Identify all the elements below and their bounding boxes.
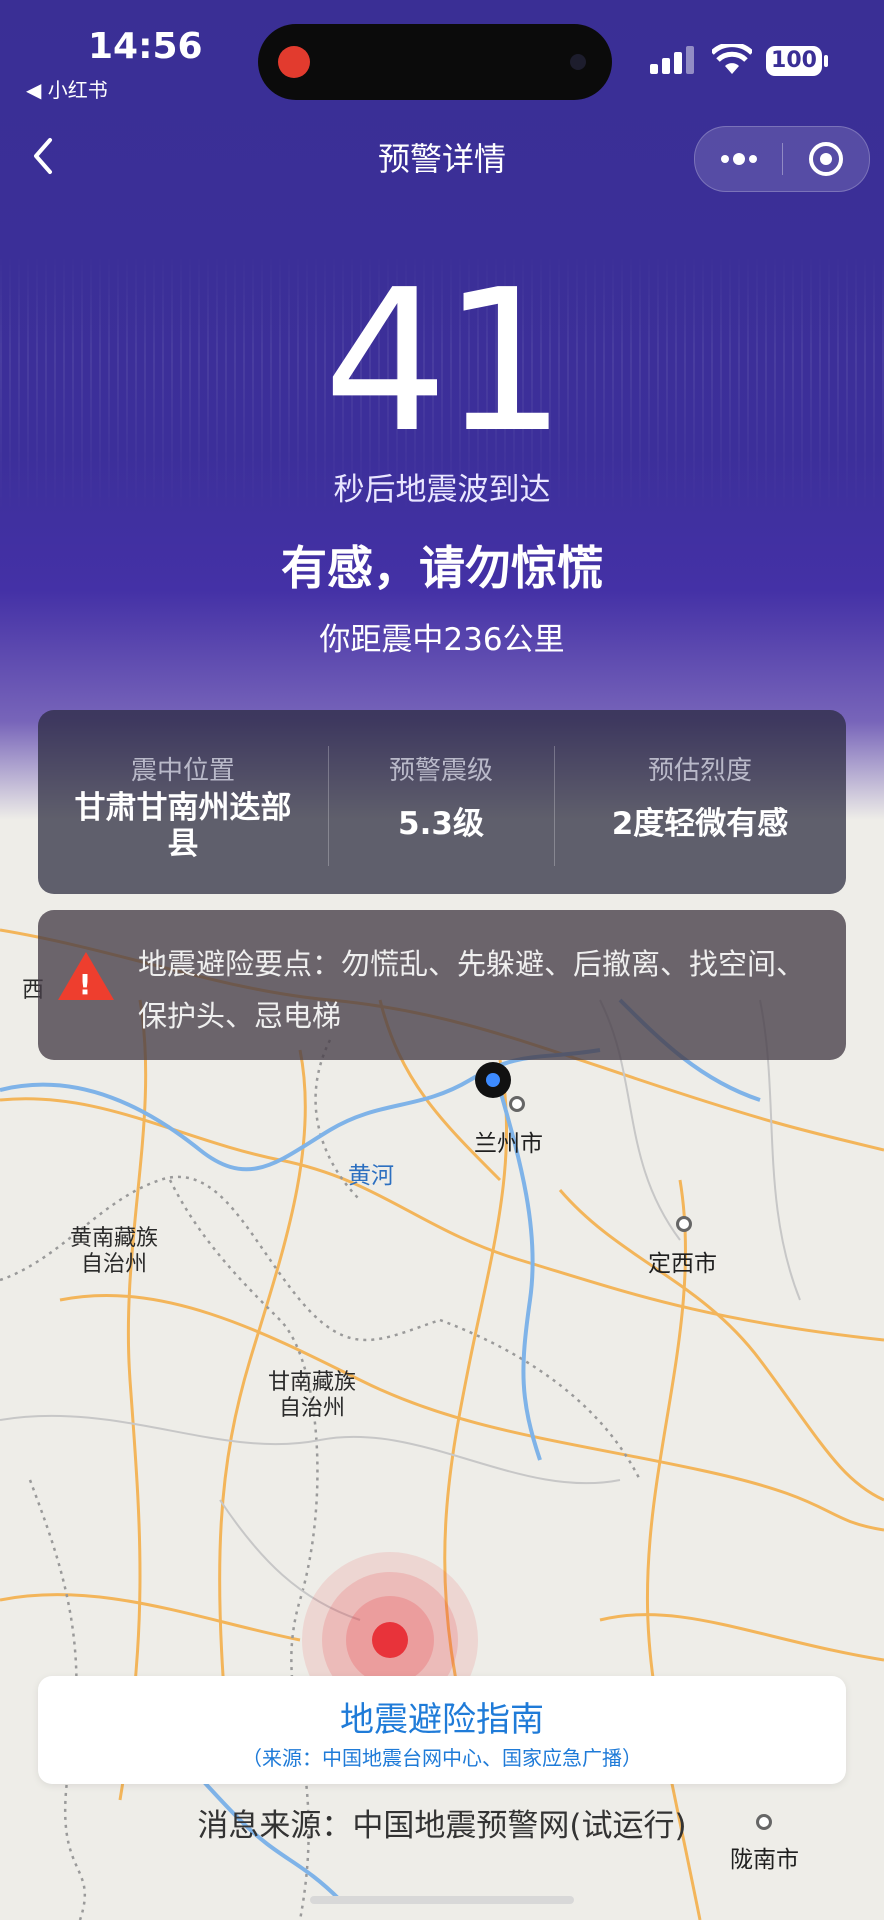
- more-dots-icon[interactable]: [695, 127, 782, 191]
- message-source: 消息来源：中国地震预警网(试运行): [197, 1808, 687, 1844]
- safety-tips-text: 地震避险要点：勿慌乱、先躲避、后撤离、找空间、保护头、忌电梯: [138, 947, 806, 1033]
- magnitude-value: 5.3级: [398, 806, 484, 842]
- back-to-app-link[interactable]: ◀ 小红书: [26, 74, 108, 103]
- countdown-label: 秒后地震波到达: [333, 472, 551, 508]
- camera-icon: [570, 54, 586, 70]
- target-circle-icon[interactable]: [783, 127, 869, 191]
- alert-message: 有感，请勿惊慌: [281, 541, 603, 595]
- quake-info-card: 震中位置 甘肃甘南州迭部县 预警震级 5.3级 预估烈度 2度轻微有感: [38, 710, 846, 894]
- guide-subtitle: （来源：中国地震台网中心、国家应急广播）: [242, 1746, 642, 1770]
- dynamic-island: [258, 24, 612, 100]
- recording-indicator-icon: [278, 46, 310, 78]
- intensity-column: 预估烈度 2度轻微有感: [554, 710, 846, 894]
- map-label-longnan[interactable]: 陇南市: [730, 1840, 799, 1874]
- distance-text: 你距震中236公里: [319, 622, 565, 658]
- map-label-lanzhou[interactable]: 兰州市: [474, 1124, 543, 1158]
- safety-tips-card: ! 地震避险要点：勿慌乱、先躲避、后撤离、找空间、保护头、忌电梯: [38, 910, 846, 1060]
- battery-cap: [824, 55, 828, 67]
- countdown-seconds: 41: [323, 248, 566, 476]
- city-marker-lanzhou: [509, 1096, 525, 1112]
- city-marker-dingxi: [676, 1216, 692, 1232]
- map-label-dingxi[interactable]: 定西市: [648, 1244, 717, 1278]
- magnitude-label: 预警震级: [388, 756, 493, 786]
- user-location-icon: [475, 1062, 511, 1098]
- warning-exclamation: !: [78, 968, 92, 1001]
- guide-title: 地震避险指南: [340, 1700, 544, 1740]
- epicenter-column: 震中位置 甘肃甘南州迭部县: [38, 710, 328, 894]
- map-label-huangnan[interactable]: 黄南藏族 自治州: [70, 1226, 158, 1278]
- map-label-yellow-river: 黄河: [348, 1163, 394, 1189]
- epicenter-value: 甘肃甘南州迭部县: [74, 790, 292, 862]
- wifi-icon: [710, 42, 754, 84]
- status-time: 14:56: [88, 26, 203, 67]
- epicenter-label: 震中位置: [130, 756, 235, 786]
- epicenter-marker-icon[interactable]: [372, 1622, 408, 1658]
- home-indicator[interactable]: [310, 1896, 574, 1904]
- intensity-label: 预估烈度: [647, 756, 752, 786]
- magnitude-column: 预警震级 5.3级: [328, 710, 554, 894]
- earthquake-guide-button[interactable]: 地震避险指南 （来源：中国地震台网中心、国家应急广播）: [38, 1676, 846, 1784]
- miniprogram-capsule: [694, 126, 870, 192]
- battery-icon: 100: [766, 46, 822, 76]
- intensity-value: 2度轻微有感: [611, 806, 789, 842]
- map-label-gannan[interactable]: 甘南藏族 自治州: [268, 1370, 356, 1422]
